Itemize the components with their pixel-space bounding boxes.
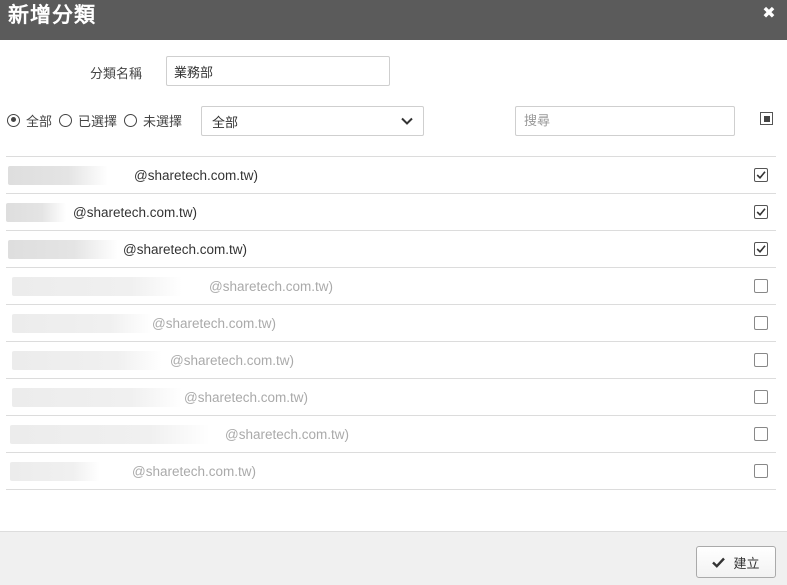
radio-selected[interactable]: 已選擇 bbox=[59, 111, 117, 130]
radio-all[interactable]: 全部 bbox=[7, 111, 52, 130]
member-list: @sharetech.com.tw) @sharetech.com.tw) @sha… bbox=[6, 156, 776, 490]
chevron-down-icon bbox=[401, 117, 413, 125]
member-checkbox[interactable] bbox=[754, 390, 768, 404]
member-name-redacted bbox=[8, 166, 108, 185]
member-email: @sharetech.com.tw) bbox=[209, 279, 333, 294]
category-name-label: 分類名稱 bbox=[90, 67, 143, 82]
member-row[interactable]: @sharetech.com.tw) bbox=[6, 231, 776, 268]
member-checkbox[interactable] bbox=[754, 242, 768, 256]
member-name-redacted bbox=[12, 351, 162, 370]
member-email: @sharetech.com.tw) bbox=[170, 353, 294, 368]
member-name-redacted bbox=[12, 314, 152, 333]
member-name-redacted bbox=[12, 388, 182, 407]
member-row[interactable]: @sharetech.com.tw) bbox=[6, 379, 776, 416]
member-row[interactable]: @sharetech.com.tw) bbox=[6, 157, 776, 194]
create-button-label: 建立 bbox=[733, 556, 760, 572]
radio-unselected-indicator bbox=[124, 113, 138, 127]
member-row[interactable]: @sharetech.com.tw) bbox=[6, 342, 776, 379]
member-checkbox[interactable] bbox=[754, 353, 768, 367]
radio-selected-label: 已選擇 bbox=[78, 114, 118, 130]
member-row[interactable]: @sharetech.com.tw) bbox=[6, 194, 776, 231]
check-icon bbox=[712, 557, 726, 568]
member-row[interactable]: @sharetech.com.tw) bbox=[6, 453, 776, 490]
create-button[interactable]: 建立 bbox=[696, 546, 776, 578]
radio-unselected[interactable]: 未選擇 bbox=[124, 111, 182, 130]
radio-all-indicator bbox=[7, 113, 20, 127]
group-select-value: 全部 bbox=[212, 115, 239, 131]
dialog-title: 新增分類 bbox=[8, 3, 96, 27]
member-row[interactable]: @sharetech.com.tw) bbox=[6, 305, 776, 342]
member-checkbox[interactable] bbox=[754, 279, 768, 293]
member-checkbox[interactable] bbox=[754, 316, 768, 330]
member-row[interactable]: @sharetech.com.tw) bbox=[6, 268, 776, 305]
dialog-titlebar: 新增分類 ✖ bbox=[0, 0, 787, 40]
radio-unselected-label: 未選擇 bbox=[143, 114, 183, 130]
member-name-redacted bbox=[6, 203, 66, 222]
search-input[interactable] bbox=[515, 106, 735, 136]
member-name-redacted bbox=[12, 277, 182, 296]
member-email: @sharetech.com.tw) bbox=[132, 464, 256, 479]
category-name-input[interactable] bbox=[166, 56, 390, 86]
member-email: @sharetech.com.tw) bbox=[152, 316, 276, 331]
member-checkbox[interactable] bbox=[754, 464, 768, 478]
checkmark-icon bbox=[756, 208, 766, 216]
member-name-redacted bbox=[8, 240, 118, 259]
dialog-footer: 建立 bbox=[0, 531, 787, 585]
member-checkbox[interactable] bbox=[754, 427, 768, 441]
radio-selected-indicator bbox=[59, 113, 73, 127]
member-row[interactable]: @sharetech.com.tw) bbox=[6, 416, 776, 453]
radio-all-label: 全部 bbox=[26, 114, 53, 130]
checkmark-icon bbox=[756, 171, 766, 179]
member-name-redacted bbox=[10, 425, 210, 444]
checkmark-icon bbox=[756, 245, 766, 253]
member-email: @sharetech.com.tw) bbox=[73, 205, 197, 220]
member-name-redacted bbox=[10, 462, 100, 481]
member-email: @sharetech.com.tw) bbox=[184, 390, 308, 405]
member-checkbox[interactable] bbox=[754, 205, 768, 219]
member-email: @sharetech.com.tw) bbox=[225, 427, 349, 442]
member-checkbox[interactable] bbox=[754, 168, 768, 182]
member-email: @sharetech.com.tw) bbox=[123, 242, 247, 257]
close-icon[interactable]: ✖ bbox=[761, 4, 777, 22]
group-select[interactable]: 全部 bbox=[201, 106, 424, 136]
select-all-checkbox[interactable] bbox=[760, 112, 773, 125]
filter-radio-group: 全部 已選擇 未選擇 bbox=[7, 110, 189, 130]
member-email: @sharetech.com.tw) bbox=[134, 168, 258, 183]
